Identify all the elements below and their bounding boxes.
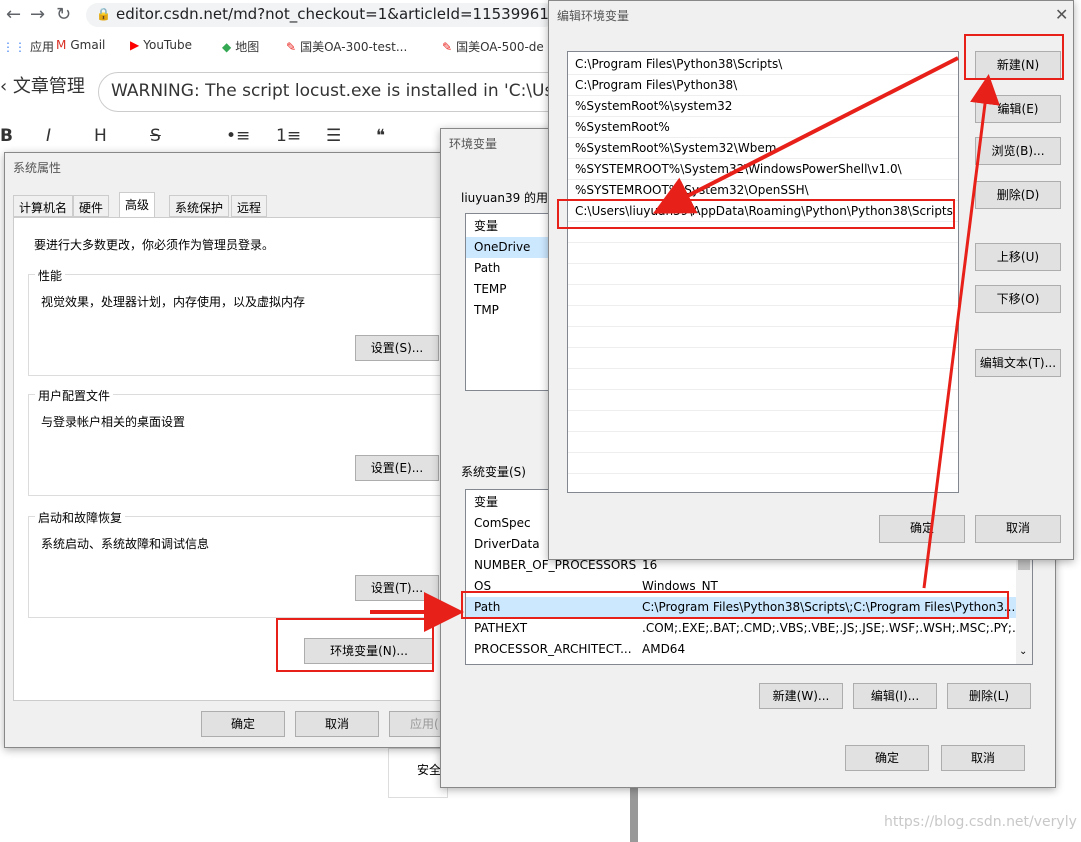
watermark: https://blog.csdn.net/veryly (884, 814, 1077, 830)
arrow-to-new-path (652, 56, 959, 214)
annotation-arrows (370, 56, 1000, 632)
arrow-to-new-button (922, 74, 1000, 589)
